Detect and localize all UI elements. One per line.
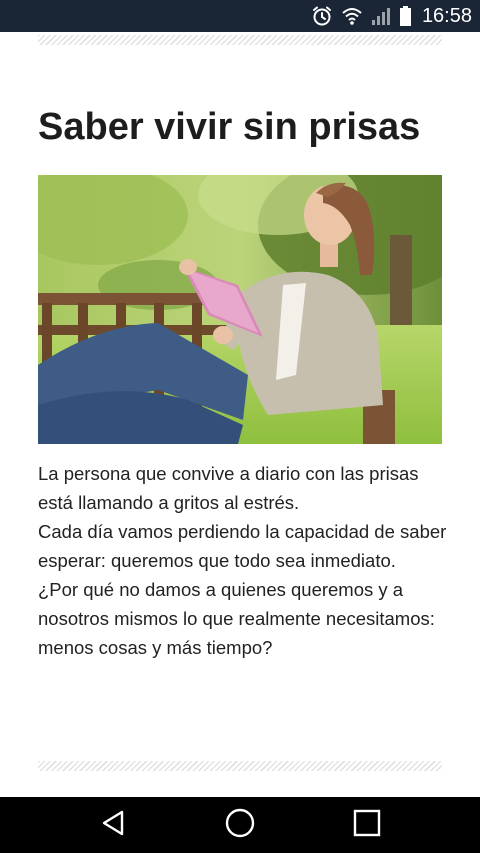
article-paragraph: ¿Por qué no damos a quienes queremos y a… xyxy=(38,579,435,658)
signal-icon xyxy=(371,6,391,26)
home-button[interactable] xyxy=(200,797,280,853)
battery-icon xyxy=(399,5,412,27)
recents-icon xyxy=(352,808,382,842)
status-icons: 16:58 xyxy=(311,0,472,32)
back-button[interactable] xyxy=(73,797,153,853)
article-body: La persona que convive a diario con las … xyxy=(38,459,450,662)
divider-top xyxy=(38,35,442,45)
wifi-icon xyxy=(341,6,363,26)
article-title: Saber vivir sin prisas xyxy=(38,106,421,148)
article-image xyxy=(38,175,442,444)
divider-bottom xyxy=(38,761,442,771)
article-content: Saber vivir sin prisas La persona que co… xyxy=(0,32,480,797)
back-icon xyxy=(98,808,128,842)
navigation-bar xyxy=(0,797,480,853)
status-bar: 16:58 xyxy=(0,0,480,32)
article-paragraph: La persona que convive a diario con las … xyxy=(38,463,419,513)
status-time: 16:58 xyxy=(421,4,472,27)
recents-button[interactable] xyxy=(327,797,407,853)
home-icon xyxy=(224,807,256,843)
alarm-icon xyxy=(311,5,333,27)
article-paragraph: Cada día vamos perdiendo la capacidad de… xyxy=(38,521,447,571)
